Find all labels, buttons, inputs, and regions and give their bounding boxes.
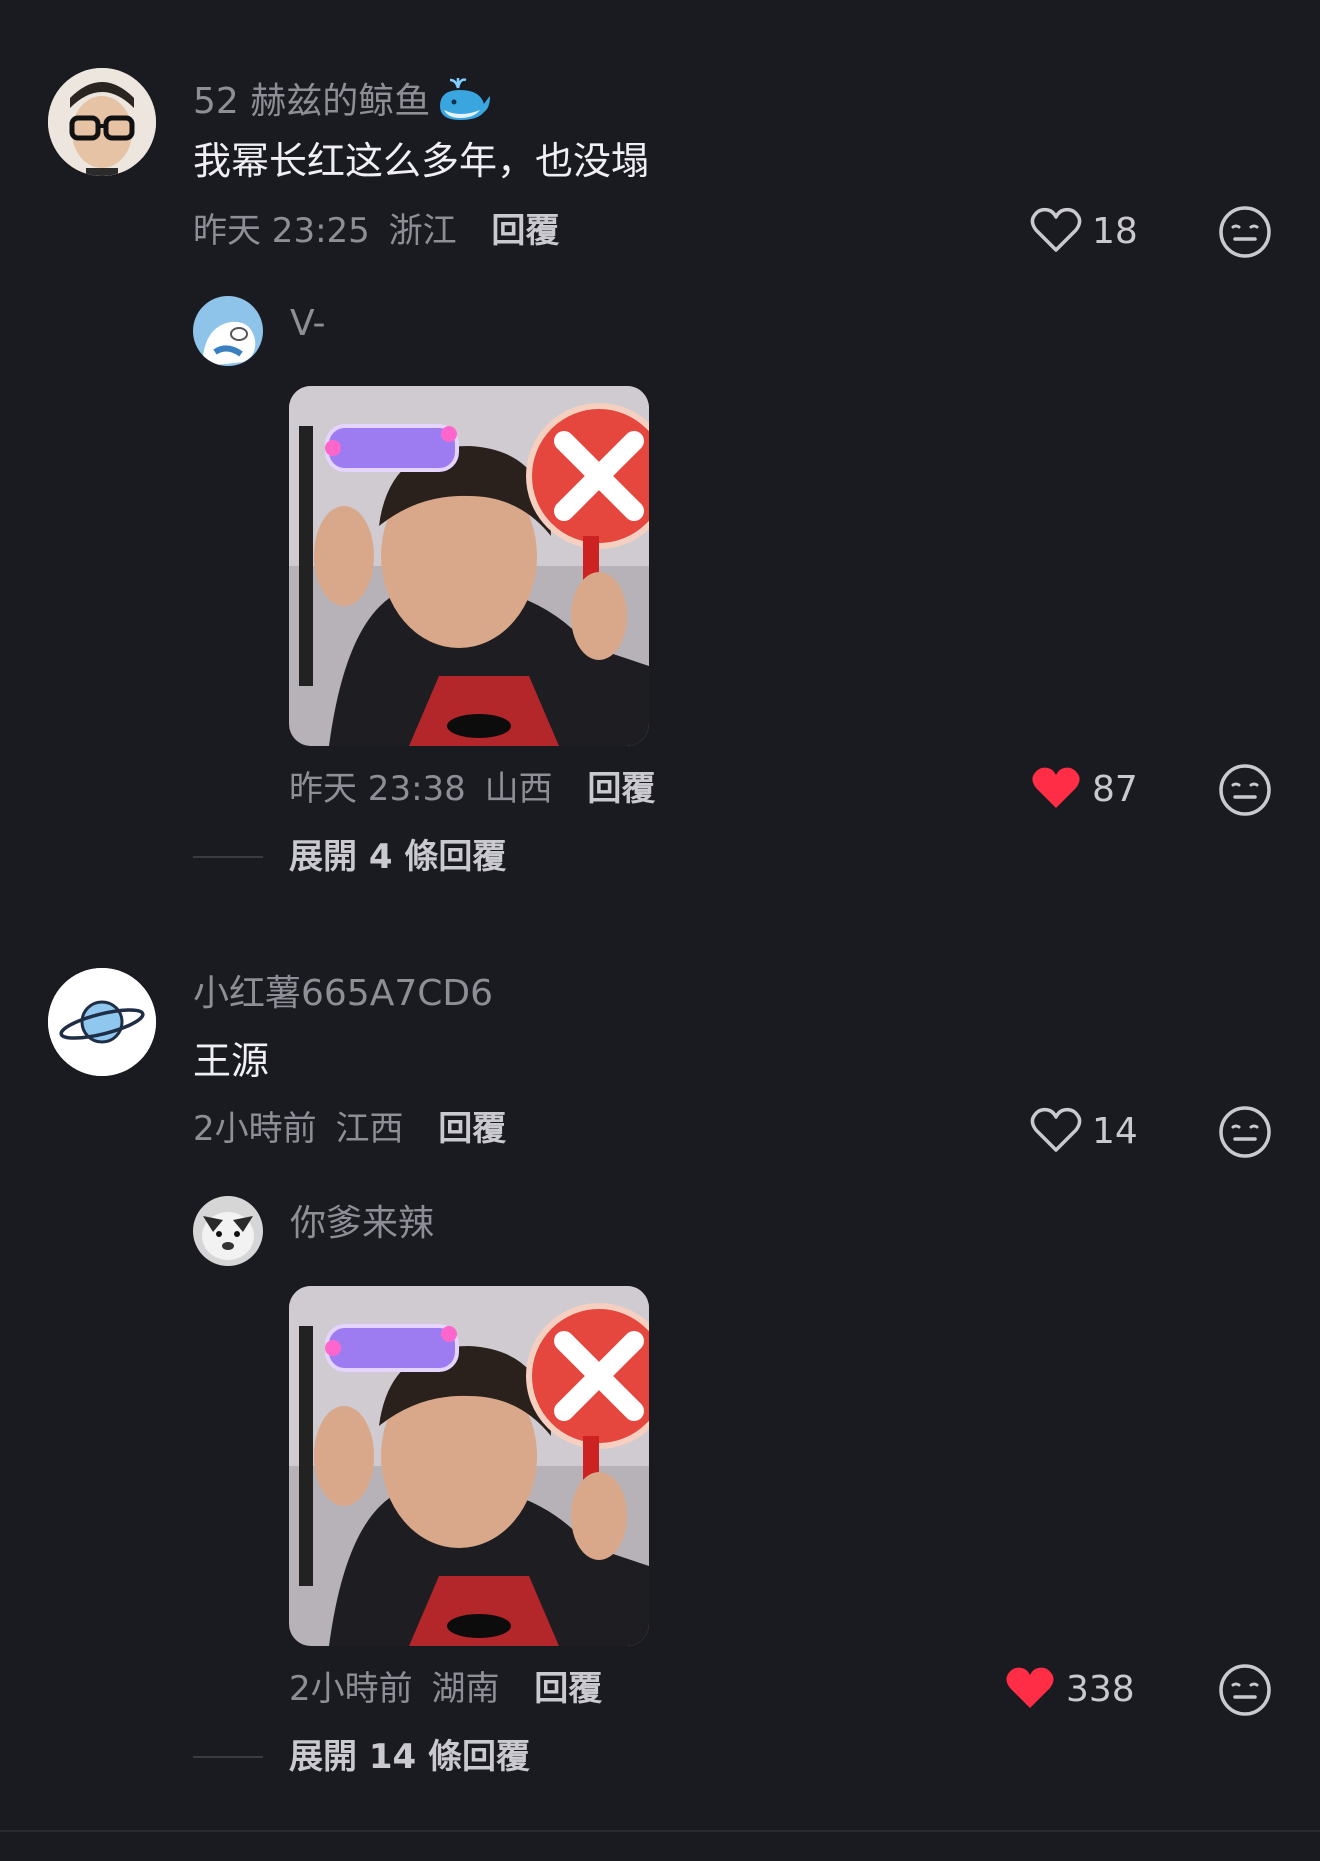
reply-2-sticker-image[interactable]	[289, 1286, 649, 1646]
reply-1-like-count: 87	[1092, 769, 1138, 810]
reply-2-avatar[interactable]	[193, 1196, 263, 1266]
comment-1-location: 浙江	[388, 211, 457, 251]
reply-1-username[interactable]: V-	[290, 306, 326, 342]
comment-1-content: 我幂长红这么多年，也没塌	[193, 139, 650, 183]
comment-1-reply-button[interactable]: 回覆	[491, 211, 559, 251]
comment-2-like-button[interactable]: 14	[1030, 1104, 1138, 1160]
neutral-face-icon	[1218, 205, 1272, 259]
reply-2-location: 湖南	[431, 1669, 500, 1709]
expand-divider-2	[193, 1756, 263, 1758]
neutral-face-icon	[1218, 763, 1272, 817]
reply-2-time: 2小時前	[289, 1669, 413, 1709]
comment-2-react-button[interactable]	[1218, 1105, 1272, 1159]
expand-divider-1	[193, 856, 263, 858]
reply-2-username[interactable]: 你爹来辣	[290, 1206, 434, 1242]
neutral-face-icon	[1218, 1663, 1272, 1717]
reply-2-meta: 2小時前 湖南 回覆	[289, 1672, 602, 1706]
neutral-face-icon	[1218, 1105, 1272, 1159]
reply-2-like-button[interactable]: 338	[1004, 1662, 1135, 1718]
comment-2-location: 江西	[335, 1109, 404, 1149]
comment-1-like-button[interactable]: 18	[1030, 204, 1138, 260]
comment-2-time: 2小時前	[193, 1109, 317, 1149]
comment-2-avatar[interactable]	[48, 968, 156, 1076]
reply-2-reply-button[interactable]: 回覆	[534, 1669, 602, 1709]
heart-filled-icon	[1004, 1664, 1056, 1716]
reply-1-sticker-image[interactable]	[289, 386, 649, 746]
comment-2-content: 王源	[193, 1039, 270, 1083]
list-bottom-divider	[0, 1830, 1320, 1832]
reply-2-react-button[interactable]	[1218, 1663, 1272, 1717]
comment-2-meta: 2小時前 江西 回覆	[193, 1112, 506, 1146]
whale-icon	[436, 76, 492, 128]
heart-filled-icon	[1030, 764, 1082, 816]
comment-2-like-count: 14	[1092, 1111, 1138, 1152]
comment-1-username[interactable]: 52 赫兹的鲸鱼	[193, 84, 430, 120]
expand-replies-2-button[interactable]: 展開 14 條回覆	[289, 1740, 530, 1774]
reply-1-reply-button[interactable]: 回覆	[587, 769, 655, 809]
comment-1-header: 52 赫兹的鲸鱼	[193, 76, 492, 128]
reply-1-time: 昨天 23:38	[289, 769, 466, 809]
comment-1-like-count: 18	[1092, 211, 1138, 252]
reply-1-location: 山西	[484, 769, 553, 809]
heart-outline-icon	[1030, 1106, 1082, 1158]
expand-replies-1-button[interactable]: 展開 4 條回覆	[289, 840, 506, 874]
comment-1-meta: 昨天 23:25 浙江 回覆	[193, 214, 559, 248]
reply-1-like-button[interactable]: 87	[1030, 762, 1138, 818]
reply-1-react-button[interactable]	[1218, 763, 1272, 817]
reply-2-like-count: 338	[1066, 1669, 1135, 1710]
comment-2-reply-button[interactable]: 回覆	[438, 1109, 506, 1149]
comment-1-time: 昨天 23:25	[193, 211, 370, 251]
reply-1-meta: 昨天 23:38 山西 回覆	[289, 772, 655, 806]
comment-1-avatar[interactable]	[48, 68, 156, 176]
reply-1-avatar[interactable]	[193, 296, 263, 366]
comment-1-react-button[interactable]	[1218, 205, 1272, 259]
comment-2-username[interactable]: 小红薯665A7CD6	[193, 976, 493, 1012]
heart-outline-icon	[1030, 206, 1082, 258]
